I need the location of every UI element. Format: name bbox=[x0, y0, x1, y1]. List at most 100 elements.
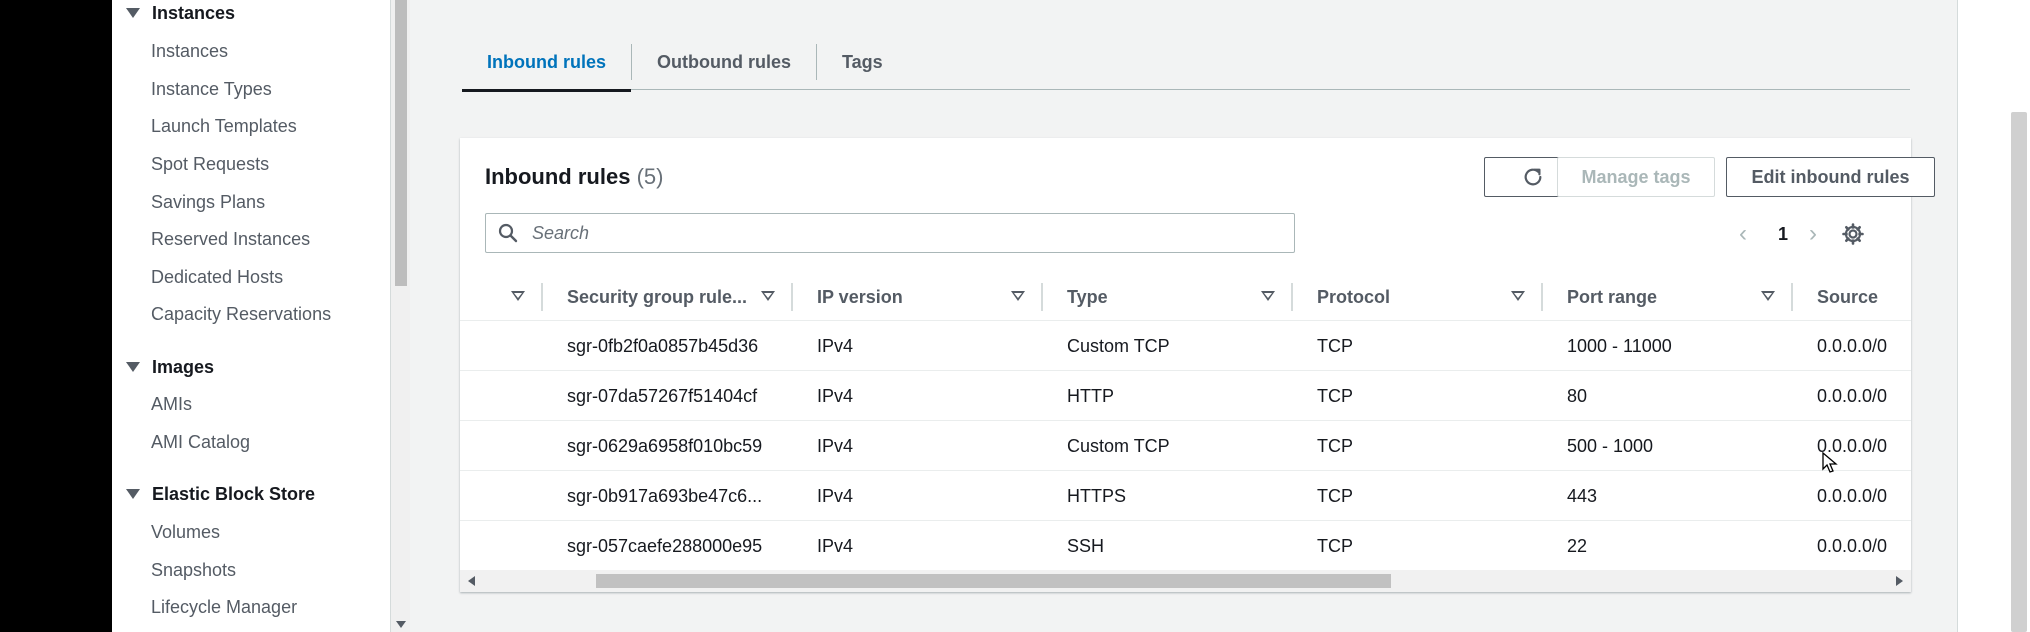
ip-version-cell: IPv4 bbox=[817, 486, 854, 506]
source-cell: 0.0.0.0/0 bbox=[1817, 336, 1888, 356]
manage-tags-button[interactable]: Manage tags bbox=[1557, 157, 1715, 197]
column-divider[interactable] bbox=[541, 283, 543, 311]
column-header-port-range[interactable]: Port range bbox=[1567, 273, 1657, 321]
protocol-cell: TCP bbox=[1317, 436, 1353, 456]
column-divider[interactable] bbox=[1291, 283, 1293, 311]
sidebar-item-savings-plans[interactable]: Savings Plans bbox=[151, 190, 265, 214]
column-header-ip-version[interactable]: IP version bbox=[817, 273, 903, 321]
type-cell: HTTP bbox=[1067, 386, 1114, 406]
chevron-right-icon[interactable]: › bbox=[1809, 222, 1817, 246]
pagination-next: › bbox=[1809, 222, 1817, 246]
sidebar-section-instances[interactable]: Instances bbox=[126, 2, 235, 24]
sidebar-item-instance-types[interactable]: Instance Types bbox=[151, 77, 272, 101]
column-header-type[interactable]: Type bbox=[1067, 273, 1108, 321]
scroll-down-arrow-icon[interactable] bbox=[396, 621, 406, 628]
rule-id-cell: sgr-0629a6958f010bc59 bbox=[567, 436, 763, 456]
search-field[interactable] bbox=[485, 213, 1295, 253]
ip-version-cell: IPv4 bbox=[817, 336, 854, 356]
sidebar-section-images[interactable]: Images bbox=[126, 356, 214, 378]
sidebar-item-dedicated-hosts[interactable]: Dedicated Hosts bbox=[151, 265, 283, 289]
mouse-pointer-icon bbox=[1822, 452, 1838, 473]
source-cell: 0.0.0.0/0 bbox=[1817, 536, 1888, 556]
protocol-cell: TCP bbox=[1317, 336, 1353, 356]
edit-inbound-rules-button[interactable]: Edit inbound rules bbox=[1726, 157, 1935, 197]
column-divider[interactable] bbox=[1041, 283, 1043, 311]
sidebar-scrollbar-thumb[interactable] bbox=[395, 0, 407, 286]
column-header-protocol[interactable]: Protocol bbox=[1317, 273, 1390, 321]
page-number[interactable]: 1 bbox=[1778, 222, 1788, 246]
rule-id-cell: sgr-0b917a693be47c6... bbox=[567, 486, 763, 506]
sidebar-item-spot-requests[interactable]: Spot Requests bbox=[151, 152, 269, 176]
page-scrollbar-thumb[interactable] bbox=[2011, 112, 2027, 632]
table-row[interactable]: sgr-0b917a693be47c6... IPv4 HTTPS TCP 44… bbox=[460, 471, 1911, 521]
search-input[interactable] bbox=[532, 222, 1292, 244]
panel-title: Inbound rules (5) bbox=[485, 164, 663, 190]
sidebar-item-instances[interactable]: Instances bbox=[151, 39, 228, 63]
sidebar-item-reserved-instances[interactable]: Reserved Instances bbox=[151, 227, 310, 251]
sort-icon[interactable] bbox=[1011, 291, 1025, 301]
main-content: Inbound rules Outbound rules Tags Inboun… bbox=[410, 0, 1957, 632]
type-cell: SSH bbox=[1067, 536, 1105, 556]
tab-outbound-rules[interactable]: Outbound rules bbox=[632, 34, 816, 90]
rule-id-cell: sgr-07da57267f51404cf bbox=[567, 386, 758, 406]
sidebar-item-snapshots[interactable]: Snapshots bbox=[151, 558, 236, 582]
tab-tags[interactable]: Tags bbox=[817, 34, 908, 90]
source-cell: 0.0.0.0/0 bbox=[1817, 486, 1888, 506]
rule-id-cell: sgr-0fb2f0a0857b45d36 bbox=[567, 336, 759, 356]
caret-down-icon bbox=[126, 362, 140, 372]
sort-icon[interactable] bbox=[761, 291, 775, 301]
rule-count: (5) bbox=[636, 164, 664, 189]
sidebar-item-launch-templates[interactable]: Launch Templates bbox=[151, 114, 297, 138]
page-scrollbar-border bbox=[1957, 0, 1958, 632]
column-header-rule-id[interactable]: Security group rule... bbox=[567, 273, 747, 321]
sort-icon[interactable] bbox=[511, 291, 525, 301]
column-divider[interactable] bbox=[1791, 283, 1793, 311]
search-icon bbox=[498, 223, 518, 243]
refresh-icon bbox=[1524, 168, 1542, 186]
horizontal-scrollbar-thumb[interactable] bbox=[596, 574, 1391, 588]
sidebar-item-lifecycle-manager[interactable]: Lifecycle Manager bbox=[151, 595, 297, 619]
table-row[interactable]: sgr-0fb2f0a0857b45d36 IPv4 Custom TCP TC… bbox=[460, 321, 1911, 371]
sidebar-section-label: Images bbox=[152, 356, 215, 377]
column-header-source[interactable]: Source bbox=[1817, 273, 1878, 321]
inbound-rules-panel: Inbound rules (5) Manage tags Edit inbou… bbox=[460, 138, 1935, 592]
chevron-left-icon[interactable]: ‹ bbox=[1739, 222, 1747, 246]
column-divider[interactable] bbox=[1541, 283, 1543, 311]
gear-icon[interactable] bbox=[1841, 222, 1865, 246]
column-divider[interactable] bbox=[791, 283, 793, 311]
caret-down-icon bbox=[126, 489, 140, 499]
sidebar-scrollbar[interactable] bbox=[390, 0, 410, 632]
rule-id-cell: sgr-057caefe288000e95 bbox=[567, 536, 763, 556]
sidebar-item-capacity-reservations[interactable]: Capacity Reservations bbox=[151, 302, 331, 326]
port-range-cell: 22 bbox=[1567, 536, 1588, 556]
table-row[interactable]: sgr-07da57267f51404cf IPv4 HTTP TCP 80 0… bbox=[460, 371, 1911, 421]
type-cell: Custom TCP bbox=[1067, 436, 1170, 456]
panel-title-text: Inbound rules bbox=[485, 164, 631, 189]
protocol-cell: TCP bbox=[1317, 386, 1353, 406]
sidebar-item-amis[interactable]: AMIs bbox=[151, 392, 192, 416]
scroll-left-arrow-icon[interactable] bbox=[468, 576, 475, 586]
sort-icon[interactable] bbox=[1761, 291, 1775, 301]
horizontal-scrollbar[interactable] bbox=[460, 570, 1911, 592]
sidebar-item-ami-catalog[interactable]: AMI Catalog bbox=[151, 430, 250, 454]
table-row[interactable]: sgr-057caefe288000e95 IPv4 SSH TCP 22 0.… bbox=[460, 521, 1911, 570]
port-range-cell: 80 bbox=[1567, 386, 1588, 406]
table-row[interactable]: sgr-0629a6958f010bc59 IPv4 Custom TCP TC… bbox=[460, 421, 1911, 471]
pagination: ‹ bbox=[1739, 222, 1747, 246]
ip-version-cell: IPv4 bbox=[817, 436, 854, 456]
page-number-label: 1 bbox=[1778, 223, 1789, 244]
tab-inbound-rules[interactable]: Inbound rules bbox=[462, 34, 631, 92]
sort-icon[interactable] bbox=[1261, 291, 1275, 301]
port-range-cell: 1000 - 11000 bbox=[1567, 336, 1672, 356]
sidebar-section-elastic-block-store[interactable]: Elastic Block Store bbox=[126, 483, 315, 505]
sidebar-section-label: Instances bbox=[152, 2, 236, 23]
ip-version-cell: IPv4 bbox=[817, 386, 854, 406]
sidebar-item-volumes[interactable]: Volumes bbox=[151, 520, 220, 544]
type-cell: Custom TCP bbox=[1067, 336, 1170, 356]
rules-table: Security group rule... IP version Type P… bbox=[460, 273, 1911, 570]
sort-icon[interactable] bbox=[1511, 291, 1525, 301]
page-scrollbar[interactable] bbox=[1957, 0, 2030, 632]
source-cell: 0.0.0.0/0 bbox=[1817, 386, 1888, 406]
type-cell: HTTPS bbox=[1067, 486, 1127, 506]
scroll-right-arrow-icon[interactable] bbox=[1896, 576, 1903, 586]
